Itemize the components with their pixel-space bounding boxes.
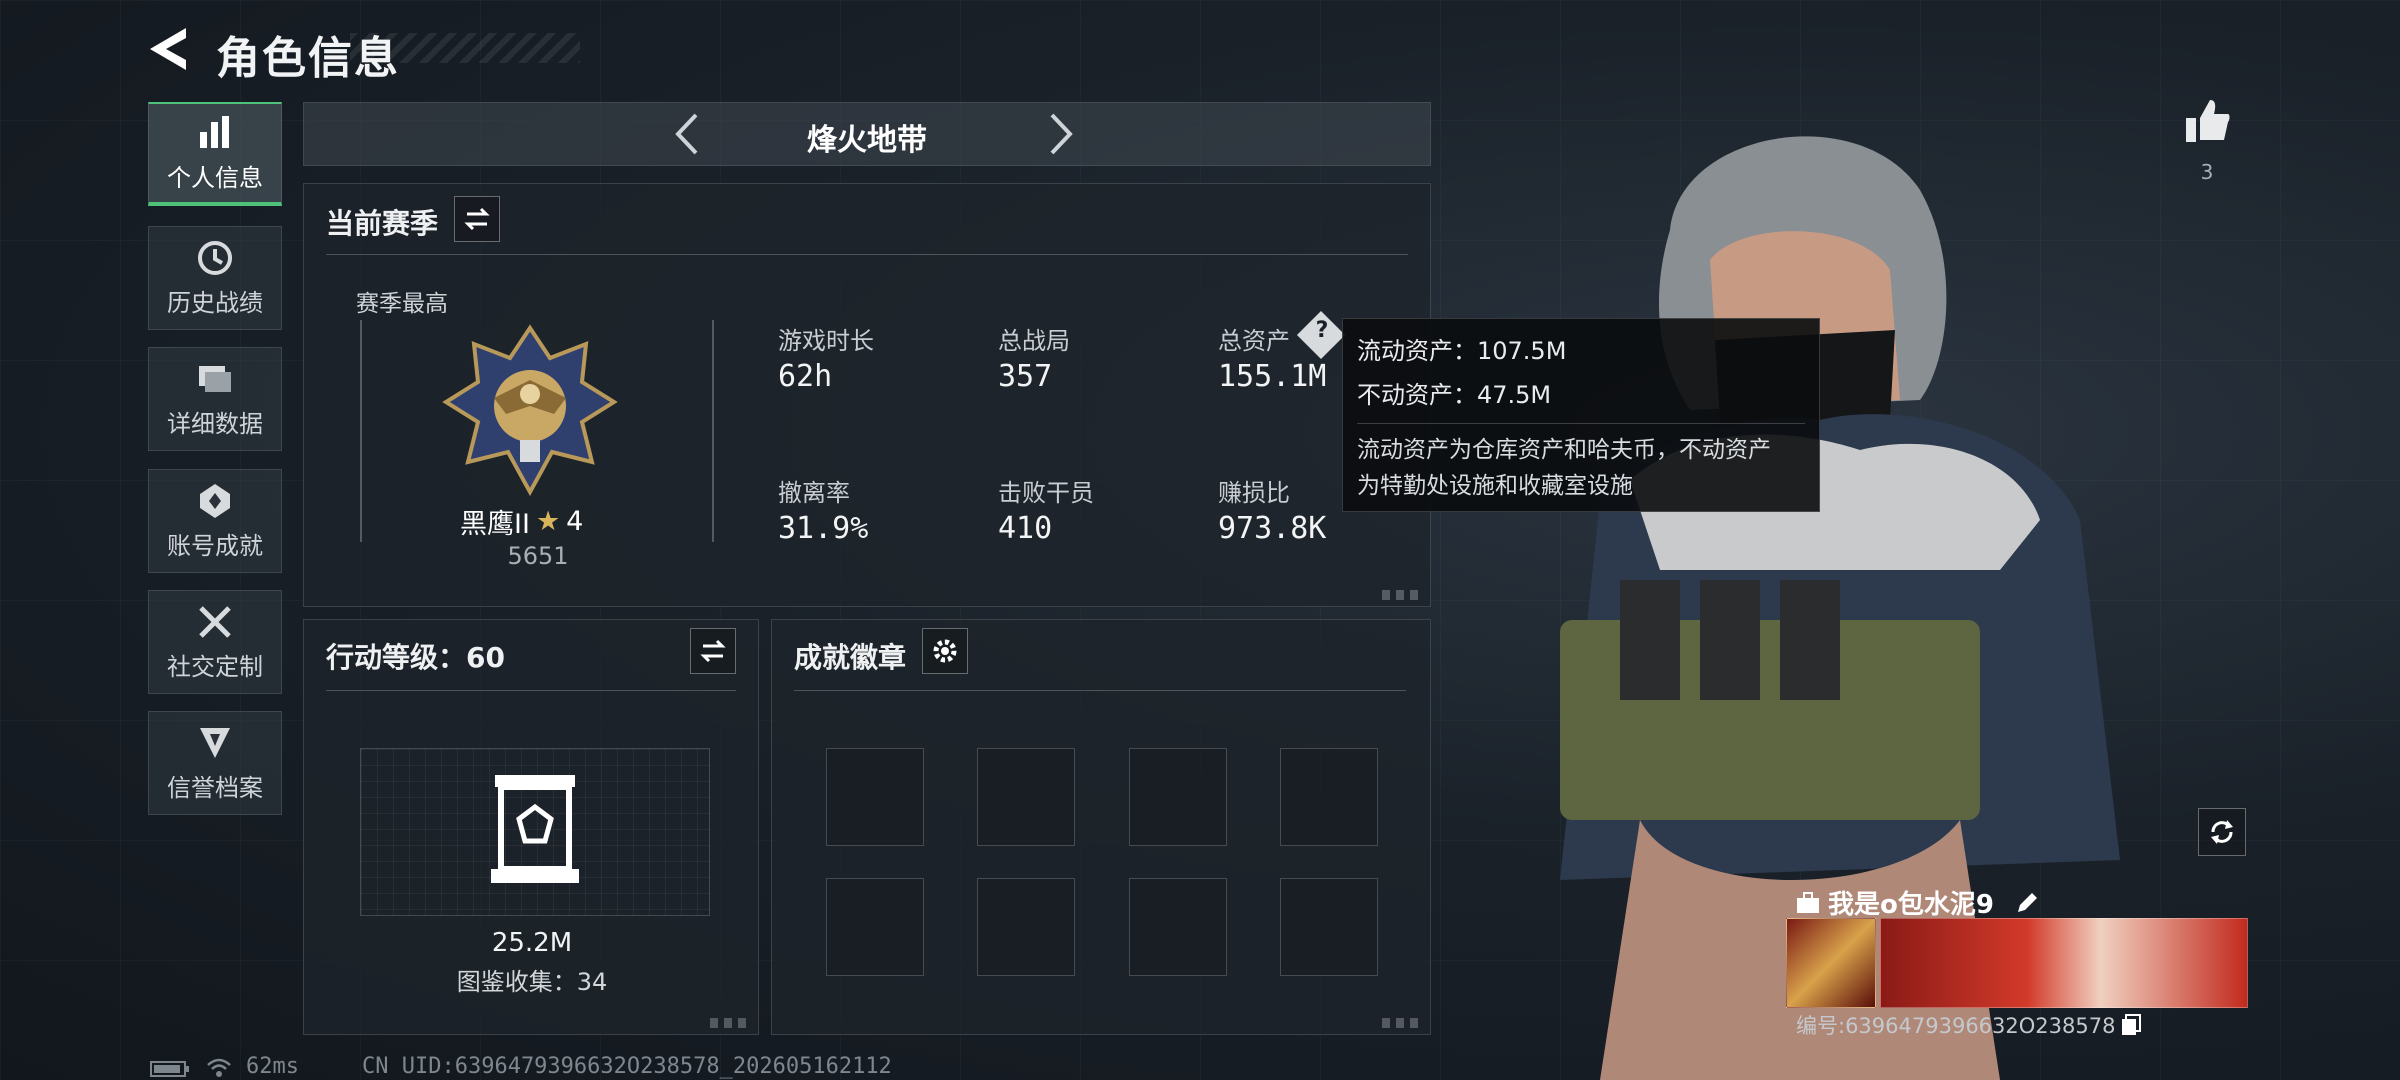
collection-display[interactable] <box>360 748 710 916</box>
action-level-switch-button[interactable] <box>690 628 736 674</box>
stat-value-extraction: 31.9% <box>778 511 869 546</box>
badge-slot[interactable] <box>1280 748 1378 846</box>
sidebar-item-history[interactable]: 历史战绩 <box>148 226 282 330</box>
sidebar-item-label: 个人信息 <box>167 163 263 192</box>
back-arrow-icon <box>150 28 186 70</box>
thumbs-up-icon <box>2186 100 2230 142</box>
divider <box>326 690 736 691</box>
badge-slot[interactable] <box>1280 878 1378 976</box>
stat-label-playtime: 游戏时长 <box>778 327 874 355</box>
achievement-title: 成就徽章 <box>794 641 907 674</box>
rank-name: 黑鹰II <box>460 509 530 540</box>
briefcase-icon <box>1797 891 1819 913</box>
sidebar-item-achievements[interactable]: 账号成就 <box>148 469 282 573</box>
sidebar-item-social[interactable]: 社交定制 <box>148 590 282 694</box>
badge-slot[interactable] <box>826 878 924 976</box>
edit-icon[interactable] <box>2014 890 2040 916</box>
season-title: 当前赛季 <box>326 207 439 240</box>
sidebar-item-label: 社交定制 <box>167 652 263 681</box>
sidebar-item-label: 信誉档案 <box>167 773 263 802</box>
sidebar-item-personal-info[interactable]: 个人信息 <box>148 102 282 206</box>
player-id: 编号:6396479396632O238578 <box>1796 1014 2116 1038</box>
avatar[interactable] <box>1786 918 1876 1008</box>
badge-slot[interactable] <box>1129 878 1227 976</box>
player-banner[interactable] <box>1880 918 2248 1008</box>
badge-slot[interactable] <box>977 748 1075 846</box>
page-title: 角色信息 <box>216 33 400 84</box>
stat-value-kills: 410 <box>998 511 1053 546</box>
rank-name-row: 黑鹰II ★ 4 <box>460 502 583 541</box>
ping-status: 62ms <box>246 1054 299 1079</box>
season-best-label: 赛季最高 <box>356 291 448 317</box>
wifi-icon <box>207 1058 231 1077</box>
player-id-row: 编号:6396479396632O238578 <box>1796 1010 2142 1040</box>
like-count: 3 <box>2200 160 2214 184</box>
rank-score: 5651 <box>507 542 569 570</box>
refresh-button[interactable] <box>2198 808 2246 856</box>
sidebar-item-label: 账号成就 <box>167 531 263 560</box>
stat-label-matches: 总战局 <box>998 327 1070 355</box>
tooltip-divider <box>1357 423 1805 424</box>
footer-uid: CN UID:6396479396632O238578_202605162112 <box>362 1054 892 1079</box>
corner-decoration <box>1382 590 1422 600</box>
stat-label-assets: 总资产 <box>1218 327 1290 355</box>
sidebar-item-label: 详细数据 <box>167 409 263 438</box>
sidebar-item-label: 历史战绩 <box>167 288 263 317</box>
history-icon <box>198 240 232 275</box>
player-name-row: 我是o包水泥9 <box>1796 884 2040 921</box>
question-icon: ? <box>1315 318 1329 343</box>
stat-value-matches: 357 <box>998 359 1053 394</box>
sidebar-item-detailed-data[interactable]: 详细数据 <box>148 347 282 451</box>
achievement-settings-button[interactable] <box>922 628 968 674</box>
divider <box>326 254 1408 255</box>
tooltip-liquid-assets: 流动资产：107.5M <box>1357 337 1567 365</box>
refresh-icon <box>2211 820 2233 844</box>
swap-icon <box>464 207 490 231</box>
divider <box>794 690 1406 691</box>
season-switch-button[interactable] <box>454 196 500 242</box>
season-panel: 当前赛季 赛季最高 黑鹰II ★ 4 5651 游戏时长 62h 总战局 357… <box>303 183 1431 607</box>
folder-icon <box>199 365 231 392</box>
rank-stars: 4 <box>566 506 584 537</box>
corner-decoration <box>1382 1018 1422 1028</box>
tooltip-fixed-assets: 不动资产：47.5M <box>1357 381 1552 409</box>
bar-chart-icon <box>200 115 229 148</box>
corner-decoration <box>710 1018 750 1028</box>
copy-icon[interactable] <box>2121 1014 2142 1036</box>
gear-icon <box>933 639 957 663</box>
swap-icon <box>700 639 726 663</box>
achievement-icon <box>200 483 230 518</box>
sidebar-item-credit[interactable]: 信誉档案 <box>148 711 282 815</box>
rank-emblem-icon <box>442 324 618 497</box>
assets-tooltip: 流动资产：107.5M 不动资产：47.5M 流动资产为仓库资产和哈夫币，不动资… <box>1342 318 1820 512</box>
stat-value-profit-ratio: 973.8K <box>1218 511 1327 546</box>
player-name: 我是o包水泥9 <box>1828 890 1994 920</box>
stat-label-extraction: 撤离率 <box>778 479 850 507</box>
stat-label-profit-ratio: 赚损比 <box>1218 479 1290 507</box>
mode-next-button[interactable] <box>1036 111 1082 157</box>
tooltip-desc-line2: 为特勤处设施和收藏室设施 <box>1357 473 1633 499</box>
action-level-panel: 行动等级：60 25.2M 图鉴收集：34 <box>303 619 759 1035</box>
star-icon: ★ <box>535 506 561 537</box>
badge-slot[interactable] <box>977 878 1075 976</box>
achievement-panel: 成就徽章 <box>771 619 1431 1035</box>
collection-value: 25.2M <box>491 928 573 958</box>
back-button[interactable] <box>148 26 192 72</box>
stat-value-playtime: 62h <box>778 359 833 394</box>
chevron-right-icon <box>1050 113 1073 155</box>
battery-icon <box>150 1061 189 1077</box>
mode-name: 烽火地带 <box>807 123 927 158</box>
badge-slot[interactable] <box>826 748 924 846</box>
stat-label-kills: 击败干员 <box>998 479 1094 507</box>
collection-count: 图鉴收集：34 <box>456 968 608 996</box>
badge-slot[interactable] <box>1129 748 1227 846</box>
display-case-icon <box>491 775 579 883</box>
tools-icon <box>199 605 231 638</box>
like-button[interactable] <box>2182 96 2232 146</box>
stat-value-assets: 155.1M <box>1218 359 1327 394</box>
action-level-title: 行动等级：60 <box>326 641 505 674</box>
credit-icon <box>200 727 230 758</box>
mode-selector: 烽火地带 <box>303 102 1431 166</box>
tooltip-desc-line1: 流动资产为仓库资产和哈夫币，不动资产 <box>1357 437 1771 463</box>
